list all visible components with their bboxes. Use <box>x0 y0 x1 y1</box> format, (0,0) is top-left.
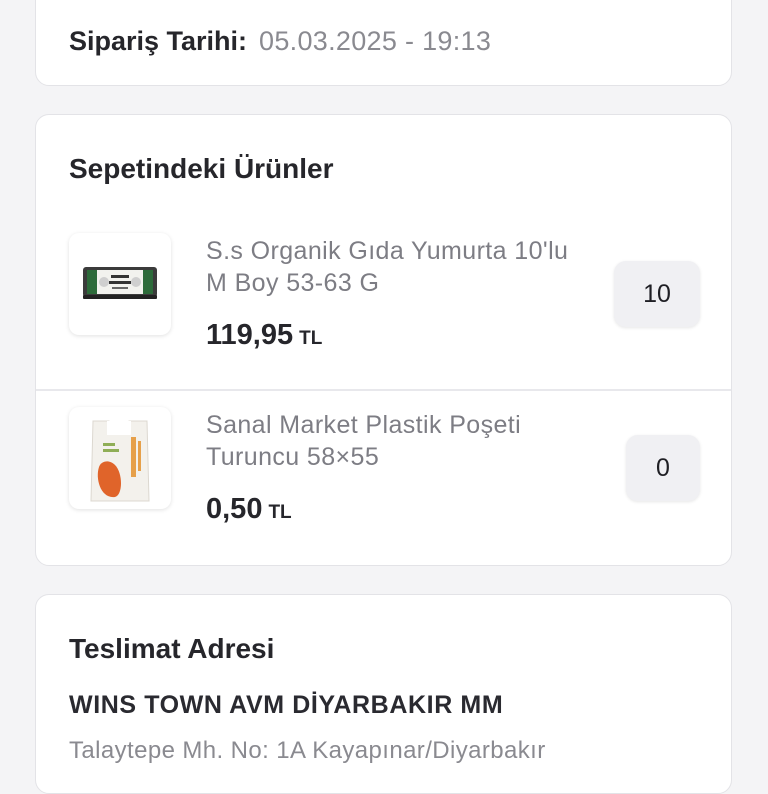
product-row[interactable]: Sanal Market Plastik Poşeti Turuncu 58×5… <box>36 389 731 559</box>
order-date-value: 05.03.2025 - 19:13 <box>259 26 492 56</box>
order-date-label: Sipariş Tarihi: <box>69 26 248 56</box>
product-price: 119,95 TL <box>206 319 322 352</box>
address-line: Talaytepe Mh. No: 1A Kayapınar/Diyarbakı… <box>69 737 546 764</box>
order-date-row: Sipariş Tarihi: 05.03.2025 - 19:13 <box>69 26 491 57</box>
delivery-address-card: Teslimat Adresi WINS TOWN AVM DİYARBAKIR… <box>35 594 732 794</box>
product-row[interactable]: S.s Organik Gıda Yumurta 10'lu M Boy 53-… <box>36 215 731 385</box>
address-title: Teslimat Adresi <box>69 633 275 664</box>
egg-carton-icon <box>69 233 171 335</box>
quantity-badge[interactable]: 0 <box>626 435 700 501</box>
basket-card: Sepetindeki Ürünler S.s Organik Gıda Yum… <box>35 114 732 566</box>
address-name: WINS TOWN AVM DİYARBAKIR MM <box>69 691 504 719</box>
price-currency: TL <box>268 502 292 523</box>
price-value: 0,50 <box>206 493 263 525</box>
order-info-card: Sipariş Tarihi: 05.03.2025 - 19:13 <box>35 0 732 86</box>
price-currency: TL <box>299 328 323 349</box>
product-name: S.s Organik Gıda Yumurta 10'lu M Boy 53-… <box>206 237 569 297</box>
product-name: Sanal Market Plastik Poşeti Turuncu 58×5… <box>206 411 522 471</box>
basket-title: Sepetindeki Ürünler <box>69 153 334 184</box>
quantity-badge[interactable]: 10 <box>614 261 700 327</box>
product-price: 0,50 TL <box>206 493 292 526</box>
price-value: 119,95 <box>206 319 294 351</box>
plastic-bag-icon <box>69 407 171 509</box>
